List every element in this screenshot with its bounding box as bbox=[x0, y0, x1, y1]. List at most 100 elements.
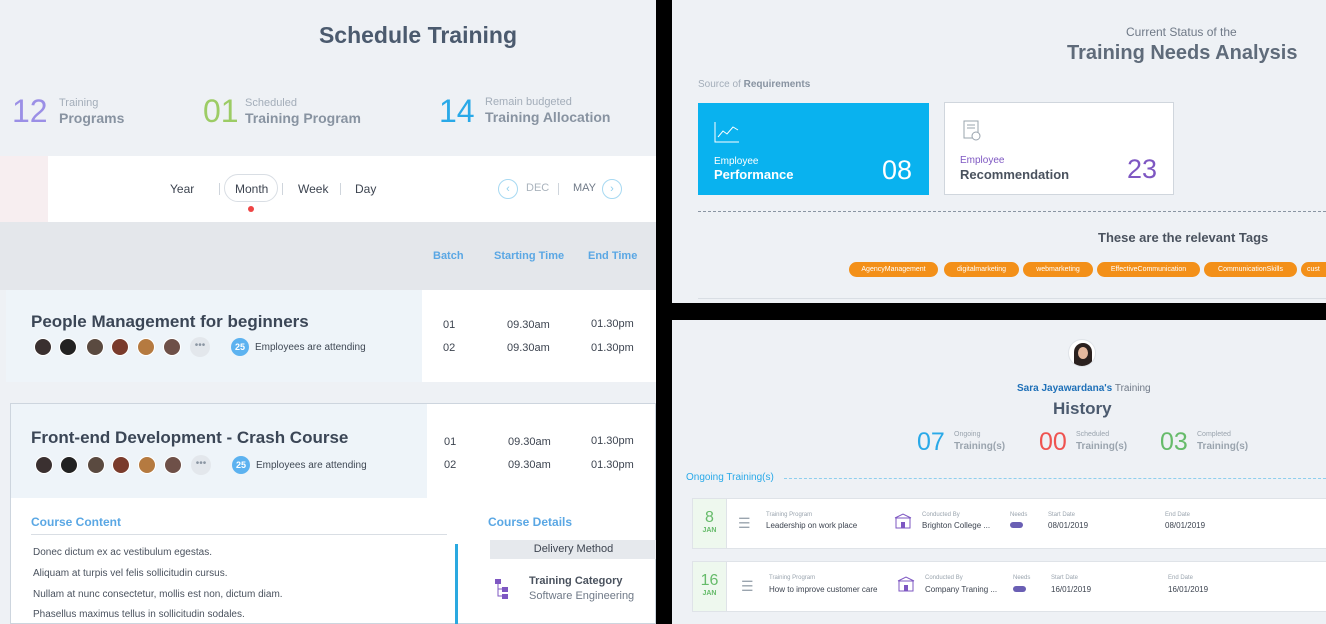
content-line: Nullam at nunc consectetur, mollis est n… bbox=[33, 589, 283, 600]
budget-small-label: Remain budgeted bbox=[485, 96, 572, 108]
course-title: People Management for beginners bbox=[31, 312, 309, 331]
employee-recommendation-card[interactable]: Employee Recommendation 23 bbox=[944, 102, 1174, 195]
source-bold: Requirements bbox=[743, 79, 811, 90]
conducted-by-label: Conducted By bbox=[922, 512, 960, 518]
card-count: 08 bbox=[882, 155, 913, 185]
chevron-left-icon[interactable]: ‹ bbox=[498, 179, 518, 199]
avatar-face bbox=[1078, 347, 1088, 359]
start-date-label: Start Date bbox=[1048, 512, 1076, 518]
certificate-icon bbox=[963, 120, 983, 144]
date-day: 16 bbox=[700, 572, 719, 589]
tag-chip[interactable]: AgencyManagement bbox=[849, 262, 938, 277]
start-time-cell: 09.30am bbox=[508, 459, 551, 471]
end-date-value: 08/01/2019 bbox=[1165, 521, 1206, 530]
tag-chip[interactable]: digitalmarketing bbox=[944, 262, 1019, 277]
avatar bbox=[59, 338, 77, 356]
programs-label: Programs bbox=[59, 110, 125, 126]
needs-indicator bbox=[1010, 522, 1023, 528]
book-stack-icon: ☰ bbox=[738, 515, 751, 531]
tag-chip[interactable]: CommunicationSkills bbox=[1204, 262, 1297, 277]
training-history-row[interactable]: 8 JAN ☰ Training Program Leadership on w… bbox=[692, 498, 1326, 549]
building-icon bbox=[897, 576, 915, 592]
attending-label: Employees are attending bbox=[255, 342, 366, 353]
attendee-count-badge: 25 bbox=[231, 338, 249, 356]
period-divider bbox=[558, 183, 559, 195]
tags-title: These are the relevant Tags bbox=[1098, 230, 1269, 245]
owner-name: Sara Jayawardana's bbox=[1017, 383, 1113, 394]
tab-divider bbox=[340, 183, 341, 195]
next-period-label[interactable]: MAY bbox=[573, 182, 596, 194]
training-history-row[interactable]: 16 JAN ☰ Training Program How to improve… bbox=[692, 561, 1326, 612]
budget-label: Training Allocation bbox=[485, 109, 611, 125]
date-day: 8 bbox=[705, 509, 714, 526]
avatar bbox=[87, 456, 105, 474]
course-content-title: Course Content bbox=[31, 515, 121, 529]
end-time-cell: 01.30pm bbox=[591, 435, 634, 447]
completed-small-label: Completed bbox=[1197, 431, 1231, 438]
ongoing-count: 07 bbox=[917, 428, 945, 456]
tab-month[interactable]: Month bbox=[235, 182, 268, 196]
batch-cell: 01 bbox=[444, 436, 457, 448]
attendee-count-badge: 25 bbox=[232, 456, 250, 474]
hierarchy-icon bbox=[495, 579, 509, 599]
card-count: 23 bbox=[1127, 154, 1158, 184]
start-date-value: 16/01/2019 bbox=[1051, 585, 1092, 594]
avatar bbox=[111, 338, 129, 356]
avatar bbox=[112, 456, 130, 474]
tab-day[interactable]: Day bbox=[355, 182, 376, 196]
tna-title: Training Needs Analysis bbox=[1067, 42, 1298, 64]
batch-cell: 02 bbox=[443, 342, 456, 354]
dashed-divider bbox=[784, 478, 1326, 479]
tag-chip[interactable]: webmarketing bbox=[1023, 262, 1093, 277]
scheduled-label: Training Program bbox=[245, 110, 361, 126]
building-icon bbox=[894, 513, 912, 529]
tag-chip[interactable]: EffectiveCommunication bbox=[1097, 262, 1200, 277]
delivery-method-header: Delivery Method bbox=[490, 540, 656, 559]
completed-count: 03 bbox=[1160, 428, 1188, 456]
scheduled-label: Training(s) bbox=[1076, 441, 1128, 452]
program-value: Leadership on work place bbox=[766, 521, 858, 530]
scroll-indicator[interactable] bbox=[455, 544, 458, 624]
avatar bbox=[164, 456, 182, 474]
needs-indicator bbox=[1013, 586, 1026, 592]
needs-label: Needs bbox=[1010, 512, 1028, 518]
batch-cell: 02 bbox=[444, 459, 457, 471]
book-stack-icon: ☰ bbox=[741, 578, 754, 594]
end-date-label: End Date bbox=[1165, 512, 1191, 518]
active-tab-dot bbox=[248, 206, 254, 212]
more-attendees-icon[interactable]: ••• bbox=[190, 337, 210, 357]
course-title: Front-end Development - Crash Course bbox=[31, 428, 349, 447]
avatar bbox=[163, 338, 181, 356]
programs-small-label: Training bbox=[59, 97, 99, 109]
course-card-expanded[interactable]: Front-end Development - Crash Course •••… bbox=[10, 403, 656, 624]
avatar bbox=[1068, 339, 1096, 367]
tab-divider bbox=[282, 183, 283, 195]
chevron-right-icon[interactable]: › bbox=[602, 179, 622, 199]
date-month: JAN bbox=[702, 527, 717, 534]
source-label: Source of Requirements bbox=[698, 79, 810, 90]
avatar bbox=[35, 456, 53, 474]
tabs-left-accent bbox=[0, 156, 48, 222]
avatar bbox=[34, 338, 52, 356]
course-card[interactable]: People Management for beginners ••• 25 E… bbox=[6, 290, 656, 382]
attending-label: Employees are attending bbox=[256, 460, 367, 471]
start-date-value: 08/01/2019 bbox=[1048, 521, 1089, 530]
employee-performance-card[interactable]: Employee Performance 08 bbox=[698, 103, 929, 195]
more-attendees-icon[interactable]: ••• bbox=[191, 455, 211, 475]
end-time-cell: 01.30pm bbox=[591, 342, 634, 354]
card-label: Recommendation bbox=[960, 167, 1070, 182]
dashed-divider bbox=[698, 211, 1326, 212]
content-line: Donec dictum ex ac vestibulum egestas. bbox=[33, 547, 212, 558]
divider bbox=[698, 298, 1326, 299]
card-small-label: Employee bbox=[960, 155, 1005, 166]
tag-chip[interactable]: cust bbox=[1301, 262, 1326, 277]
tab-year[interactable]: Year bbox=[170, 182, 194, 196]
schedule-table-header: Batch Starting Time End Time bbox=[0, 222, 656, 290]
history-title: History bbox=[1053, 399, 1112, 418]
column-batch: Batch bbox=[433, 250, 464, 262]
program-label: Training Program bbox=[766, 512, 813, 518]
tab-week[interactable]: Week bbox=[298, 182, 328, 196]
training-needs-analysis-panel: Current Status of the Training Needs Ana… bbox=[672, 0, 1326, 303]
prev-period-label[interactable]: DEC bbox=[526, 182, 549, 194]
content-line: Aliquam at turpis vel felis sollicitudin… bbox=[33, 568, 228, 579]
